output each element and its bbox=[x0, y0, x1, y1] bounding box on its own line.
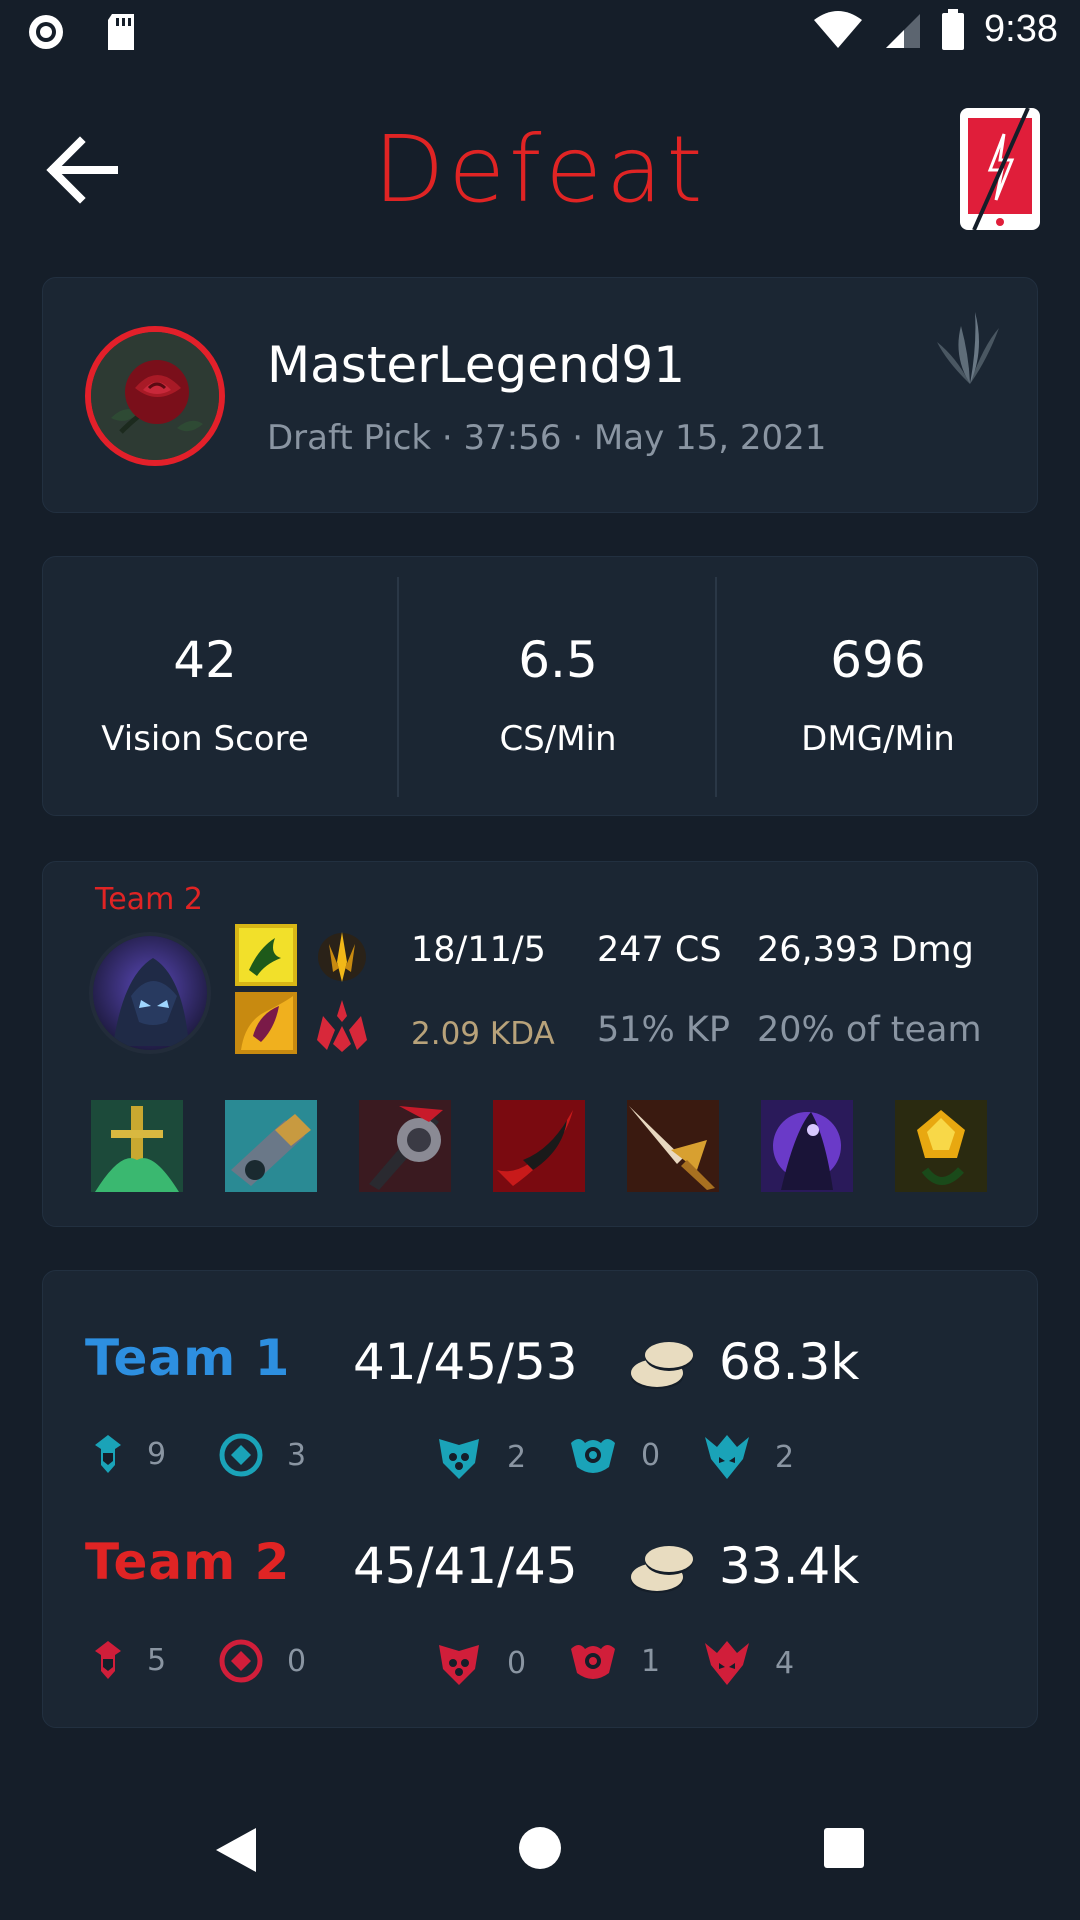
dragon-count: 2 bbox=[775, 1439, 795, 1475]
stat-label: DMG/Min bbox=[801, 719, 955, 759]
stat-label: CS/Min bbox=[499, 719, 617, 759]
signal-icon bbox=[886, 13, 921, 48]
towers-stat: 9 bbox=[93, 1433, 166, 1475]
stat-cs-per-min: 6.5 CS/Min bbox=[399, 557, 717, 817]
team-1-objectives: 9 3 2 0 2 bbox=[93, 1433, 993, 1493]
item-5-icon[interactable] bbox=[627, 1100, 719, 1192]
tower-count: 5 bbox=[147, 1642, 167, 1678]
item-4-icon[interactable] bbox=[493, 1100, 585, 1192]
nav-back-icon[interactable] bbox=[212, 1826, 258, 1874]
heralds-stat: 0 bbox=[569, 1433, 660, 1477]
dragon-count: 4 bbox=[775, 1645, 795, 1681]
towers-stat: 5 bbox=[93, 1639, 166, 1681]
tower-icon bbox=[95, 1435, 121, 1473]
summoner-spell-ignite-icon bbox=[235, 992, 297, 1054]
item-2-icon[interactable] bbox=[225, 1100, 317, 1192]
team-label: Team 2 bbox=[95, 882, 203, 917]
stat-value: 42 bbox=[173, 631, 237, 689]
inhibitors-stat: 0 bbox=[219, 1639, 306, 1683]
gold-coins-icon bbox=[631, 1342, 693, 1389]
inhibitors-stat: 3 bbox=[219, 1433, 306, 1477]
item-7-icon[interactable] bbox=[895, 1100, 987, 1192]
stat-value: 696 bbox=[830, 631, 926, 689]
match-meta: Draft Pick · 37:56 · May 15, 2021 bbox=[267, 418, 827, 458]
dragon-icon bbox=[705, 1641, 749, 1685]
heralds-stat: 1 bbox=[569, 1639, 660, 1683]
creep-score: 247 CS bbox=[597, 930, 722, 970]
battery-icon bbox=[942, 8, 965, 50]
baron-icon bbox=[439, 1645, 479, 1685]
gold-coins-icon bbox=[631, 1546, 693, 1593]
dragons-stat: 2 bbox=[703, 1433, 794, 1481]
herald-count: 0 bbox=[641, 1437, 661, 1473]
dragons-stat: 4 bbox=[703, 1639, 794, 1687]
champion-card[interactable]: Team 2 18/11/5 2.09 KDA 247 CS 51% KP 26… bbox=[42, 861, 1038, 1227]
tower-icon bbox=[95, 1641, 121, 1679]
item-build bbox=[91, 1100, 987, 1192]
nav-home-icon[interactable] bbox=[518, 1826, 562, 1870]
team-kda: 41/45/53 bbox=[353, 1333, 578, 1391]
item-6-icon[interactable] bbox=[761, 1100, 853, 1192]
herald-icon bbox=[571, 1645, 615, 1679]
inhibitor-count: 0 bbox=[287, 1643, 307, 1679]
secondary-rune-domination-icon bbox=[317, 1000, 367, 1052]
champion-icon bbox=[93, 936, 207, 1050]
barons-stat: 2 bbox=[435, 1433, 526, 1481]
damage-dealt: 26,393 Dmg bbox=[757, 930, 974, 970]
herald-icon bbox=[571, 1439, 615, 1473]
inhibitor-count: 3 bbox=[287, 1437, 307, 1473]
team-kda: 45/41/45 bbox=[353, 1537, 578, 1595]
team-name: Team 2 bbox=[85, 1533, 291, 1591]
kills-deaths-assists: 18/11/5 bbox=[411, 930, 546, 970]
team-name: Team 1 bbox=[85, 1329, 291, 1387]
summoner-spell-ghost-icon bbox=[235, 924, 297, 986]
team-2-objectives: 5 0 0 1 4 bbox=[93, 1639, 993, 1699]
team-2-row: Team 2 45/41/45 33.4k bbox=[85, 1533, 1005, 1603]
team-gold: 33.4k bbox=[719, 1537, 860, 1595]
system-nav-bar bbox=[0, 1790, 1080, 1920]
clock: 9:38 bbox=[984, 8, 1058, 50]
item-1-icon[interactable] bbox=[91, 1100, 183, 1192]
page-title: Defeat bbox=[373, 116, 707, 223]
rose-icon bbox=[91, 332, 219, 460]
kda-ratio: 2.09 KDA bbox=[411, 1016, 555, 1052]
inhibitor-icon bbox=[219, 1639, 263, 1683]
baron-count: 2 bbox=[507, 1439, 527, 1475]
record-icon bbox=[29, 15, 63, 49]
sd-card-icon bbox=[108, 14, 134, 50]
keystone-rune-icon bbox=[318, 932, 366, 982]
stat-value: 6.5 bbox=[518, 631, 598, 689]
phone-lightning-icon[interactable] bbox=[958, 106, 1042, 232]
stat-vision-score: 42 Vision Score bbox=[43, 557, 367, 817]
herald-count: 1 bbox=[641, 1643, 661, 1679]
stat-label: Vision Score bbox=[101, 719, 309, 759]
player-name: MasterLegend91 bbox=[267, 336, 686, 394]
profile-avatar bbox=[85, 326, 225, 466]
kill-participation: 51% KP bbox=[597, 1010, 730, 1050]
rank-emblem-icon bbox=[937, 312, 999, 384]
tower-count: 9 bbox=[147, 1436, 167, 1472]
team-1-row: Team 1 41/45/53 68.3k bbox=[85, 1329, 1005, 1399]
damage-share: 20% of team bbox=[757, 1010, 982, 1050]
stat-dmg-per-min: 696 DMG/Min bbox=[717, 557, 1039, 817]
teams-summary-card: Team 1 41/45/53 68.3k 9 3 2 0 2 Team 2 4… bbox=[42, 1270, 1038, 1728]
stats-card: 42 Vision Score 6.5 CS/Min 696 DMG/Min bbox=[42, 556, 1038, 816]
team-gold: 68.3k bbox=[719, 1333, 860, 1391]
wifi-icon bbox=[814, 10, 863, 48]
item-3-icon[interactable] bbox=[359, 1100, 451, 1192]
inhibitor-icon bbox=[219, 1433, 263, 1477]
baron-count: 0 bbox=[507, 1645, 527, 1681]
player-card[interactable]: MasterLegend91 Draft Pick · 37:56 · May … bbox=[42, 277, 1038, 513]
header: Defeat bbox=[0, 100, 1080, 240]
status-bar: 9:38 bbox=[0, 0, 1080, 64]
nav-recents-icon[interactable] bbox=[824, 1828, 864, 1868]
dragon-icon bbox=[705, 1435, 749, 1479]
barons-stat: 0 bbox=[435, 1639, 526, 1687]
champion-portrait bbox=[89, 932, 211, 1054]
baron-icon bbox=[439, 1439, 479, 1479]
